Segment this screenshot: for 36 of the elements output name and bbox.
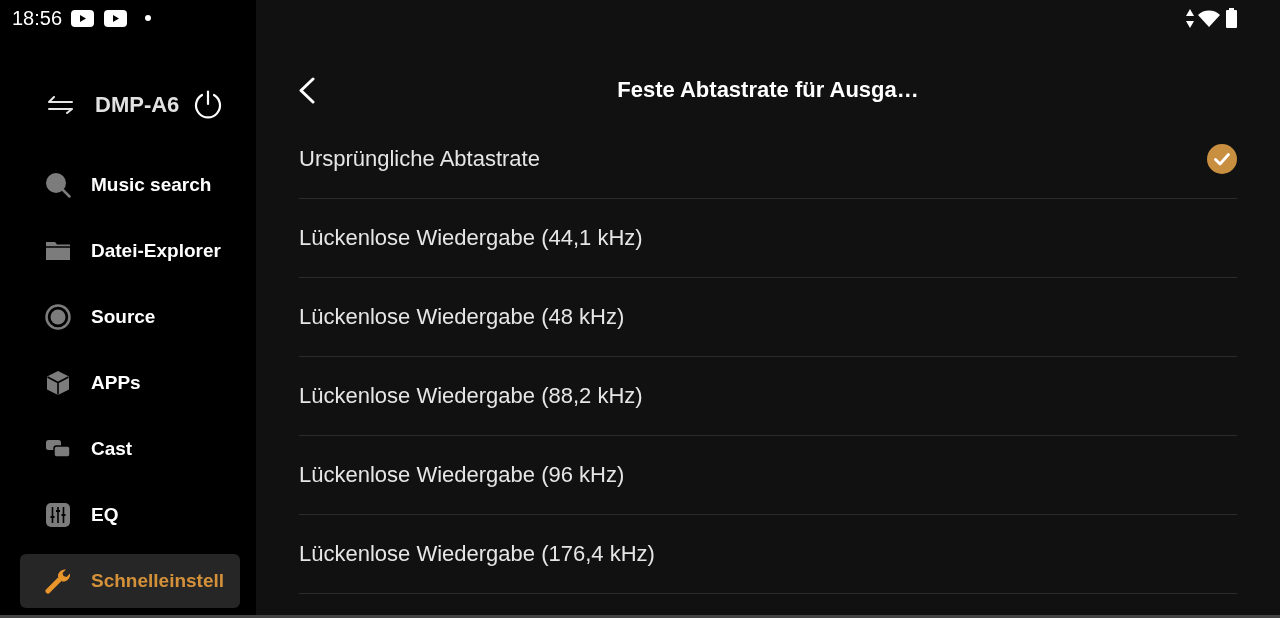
record-icon (45, 304, 71, 330)
sidebar-item[interactable]: Source (20, 290, 240, 344)
sidebar-item[interactable]: Music search (20, 158, 240, 212)
sidebar-item[interactable]: Cast (20, 422, 240, 476)
option-label: Lückenlose Wiedergabe (44,1 kHz) (299, 225, 643, 251)
swap-arrows-icon[interactable] (47, 96, 74, 114)
sidebar-item[interactable]: Datei-Explorer (20, 224, 240, 278)
sidebar-item[interactable]: Schnelleinstell (20, 554, 240, 608)
device-name: DMP-A6 (95, 92, 180, 118)
notification-dot-icon (145, 15, 152, 21)
data-arrows-icon (1186, 8, 1194, 28)
play-notification-icon (104, 9, 128, 27)
option-row[interactable]: Lückenlose Wiedergabe (48 kHz) (299, 278, 1237, 357)
wifi-icon (1198, 9, 1220, 27)
equalizer-icon (45, 502, 71, 528)
option-label: Lückenlose Wiedergabe (176,4 kHz) (299, 541, 655, 567)
sidebar-item[interactable]: EQ (20, 488, 240, 542)
power-icon[interactable] (193, 90, 224, 120)
option-row[interactable]: Lückenlose Wiedergabe (88,2 kHz) (299, 357, 1237, 436)
cube-icon (45, 370, 71, 396)
option-row[interactable]: Lückenlose Wiedergabe (176,4 kHz) (299, 515, 1237, 594)
option-label: Lückenlose Wiedergabe (48 kHz) (299, 304, 625, 330)
option-label: Lückenlose Wiedergabe (96 kHz) (299, 462, 625, 488)
option-row[interactable]: Lückenlose Wiedergabe (96 kHz) (299, 436, 1237, 515)
option-label: Lückenlose Wiedergabe (88,2 kHz) (299, 383, 643, 409)
back-icon[interactable] (299, 76, 315, 104)
option-label: Ursprüngliche Abtastrate (299, 146, 540, 172)
page-title: Feste Abtastrate für Ausga… (617, 77, 919, 103)
play-notification-icon (71, 9, 95, 27)
battery-icon (1226, 8, 1237, 28)
wrench-icon (45, 568, 71, 594)
search-icon (45, 172, 71, 198)
option-row[interactable]: Ursprüngliche Abtastrate (299, 120, 1237, 199)
option-row[interactable]: Lückenlose Wiedergabe (44,1 kHz) (299, 199, 1237, 278)
status-time: 18:56 (12, 6, 63, 30)
sidebar-item[interactable]: APPs (20, 356, 240, 410)
